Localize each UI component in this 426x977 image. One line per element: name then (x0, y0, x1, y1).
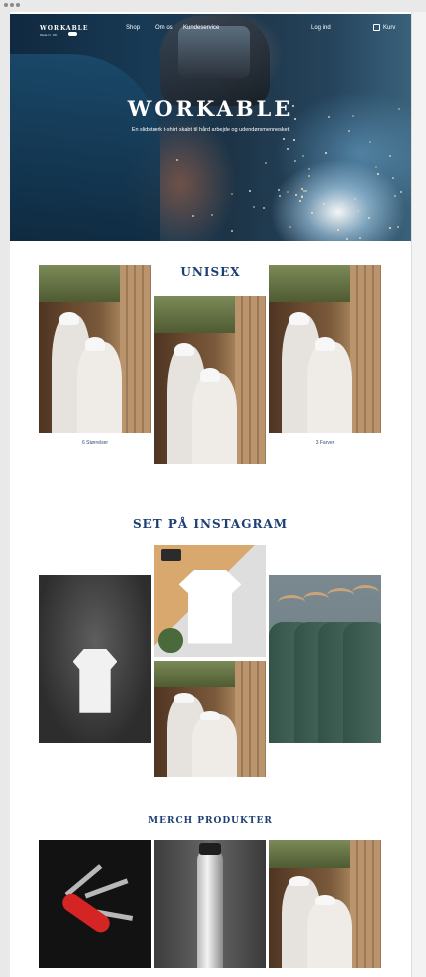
spark-decoration (298, 200, 301, 203)
spark-decoration (354, 198, 357, 201)
instagram-photo-rack[interactable] (269, 575, 381, 743)
spark-decoration (359, 237, 362, 240)
instagram-title: SET PÅ INSTAGRAM (132, 517, 289, 531)
merch-photo-bottle[interactable] (154, 840, 266, 968)
nav-customer-service[interactable]: Kundeservice (183, 25, 219, 31)
window-dot-icon (16, 3, 20, 7)
spark-decoration (302, 154, 305, 157)
unisex-photo-right[interactable] (269, 265, 381, 433)
spark-decoration (287, 148, 290, 151)
locale-label: Mode N · DK (40, 33, 58, 37)
unisex-photo-left[interactable] (39, 265, 151, 433)
spark-decoration (278, 189, 281, 192)
spark-decoration (286, 191, 289, 194)
merch-photo-people[interactable] (269, 840, 381, 968)
window-dot-icon (4, 3, 8, 7)
spark-decoration (397, 225, 400, 228)
spark-decoration (374, 166, 377, 169)
hero-image-arm (10, 54, 160, 241)
toggle-icon[interactable] (68, 32, 77, 36)
spark-decoration (308, 168, 311, 171)
spark-decoration (294, 193, 297, 196)
logo[interactable]: WORKABLE (40, 25, 88, 32)
spark-decoration (264, 161, 267, 164)
instagram-photo-flatlay[interactable] (154, 545, 266, 657)
nav-shop[interactable]: Shop (126, 25, 140, 31)
hero-title: WORKABLE (127, 96, 294, 121)
spark-decoration (389, 226, 392, 229)
login-link[interactable]: Log ind (311, 25, 331, 31)
spark-decoration (252, 205, 255, 208)
scrollbar[interactable] (411, 12, 426, 977)
merch-title: MERCH PRODUKTER (148, 816, 273, 826)
caption-colors: 3 Farver (315, 440, 335, 446)
instagram-photo-people[interactable] (154, 661, 266, 777)
spark-decoration (368, 141, 371, 144)
spark-decoration (368, 216, 371, 219)
spark-decoration (399, 191, 402, 194)
hero-subtitle: En slidstærk t-shirt skabt til hård arbe… (131, 127, 290, 133)
spark-decoration (248, 190, 251, 193)
cart-icon[interactable] (373, 24, 380, 31)
spark-decoration (392, 176, 395, 179)
spark-decoration (293, 160, 296, 163)
spark-decoration (322, 202, 325, 205)
spark-decoration (301, 196, 304, 199)
spark-decoration (393, 195, 396, 198)
spark-decoration (293, 138, 296, 141)
unisex-photo-center[interactable] (154, 296, 266, 464)
spark-decoration (175, 159, 178, 162)
instagram-photo-wall-tee[interactable] (39, 575, 151, 743)
merch-photo-knife[interactable] (39, 840, 151, 968)
spark-decoration (231, 229, 234, 232)
window-chrome (0, 0, 426, 12)
spark-decoration (289, 225, 292, 228)
cart-link[interactable]: Kurv (383, 25, 395, 31)
spark-decoration (262, 206, 265, 209)
spark-decoration (308, 174, 311, 177)
spark-decoration (357, 210, 360, 213)
spark-decoration (346, 237, 349, 240)
spark-decoration (341, 202, 344, 205)
window-dot-icon (10, 3, 14, 7)
spark-decoration (376, 173, 379, 176)
spark-decoration (337, 229, 340, 232)
spark-decoration (310, 212, 313, 215)
spark-decoration (388, 154, 391, 157)
spark-decoration (302, 190, 305, 193)
hero-image-visor (178, 26, 250, 78)
spark-decoration (278, 195, 281, 198)
spark-decoration (231, 192, 234, 195)
spark-decoration (191, 214, 194, 217)
page: WORKABLE Mode N · DK Shop Om os Kundeser… (10, 12, 411, 977)
nav-about[interactable]: Om os (155, 25, 173, 31)
hero-banner: WORKABLE Mode N · DK Shop Om os Kundeser… (10, 14, 411, 241)
caption-sizes: 6 Størrelser (81, 440, 109, 446)
spark-decoration (282, 138, 285, 141)
spark-decoration (325, 151, 328, 154)
spark-decoration (211, 213, 214, 216)
